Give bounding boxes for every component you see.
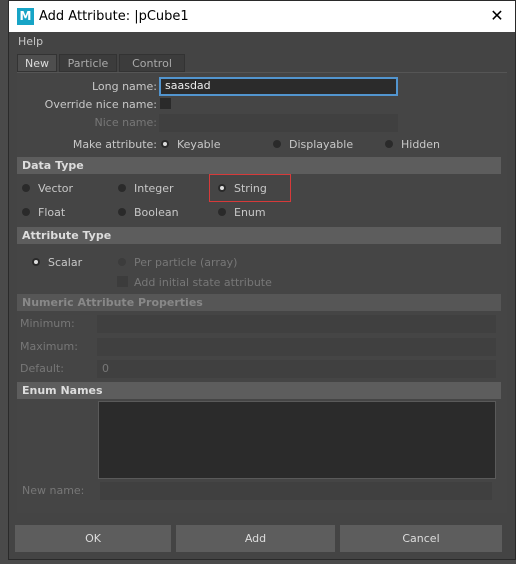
displayable-radio[interactable] bbox=[273, 140, 281, 148]
tab-particle[interactable]: Particle bbox=[59, 54, 117, 72]
menu-bar: Help bbox=[9, 32, 515, 52]
string-radio[interactable] bbox=[218, 184, 226, 192]
add-button[interactable]: Add bbox=[176, 525, 335, 552]
add-attribute-dialog: M Add Attribute: |pCube1 ✕ Help New Part… bbox=[8, 0, 516, 560]
numeric-properties-header[interactable]: Numeric Attribute Properties bbox=[17, 294, 501, 311]
enum-label: Enum bbox=[234, 206, 266, 219]
tab-control[interactable]: Control bbox=[119, 54, 185, 72]
maximum-input[interactable] bbox=[97, 338, 496, 356]
menu-help[interactable]: Help bbox=[18, 35, 43, 48]
override-nice-name-label: Override nice name: bbox=[44, 98, 157, 111]
string-label: String bbox=[234, 182, 267, 195]
boolean-radio[interactable] bbox=[118, 208, 126, 216]
hidden-label: Hidden bbox=[401, 138, 441, 151]
per-particle-radio[interactable] bbox=[118, 258, 126, 266]
new-name-input[interactable] bbox=[100, 482, 492, 500]
scalar-label: Scalar bbox=[48, 256, 83, 269]
add-initial-state-label: Add initial state attribute bbox=[134, 276, 272, 289]
boolean-label: Boolean bbox=[134, 206, 179, 219]
add-initial-state-checkbox[interactable] bbox=[117, 276, 128, 287]
enum-radio[interactable] bbox=[218, 208, 226, 216]
title-bar: M Add Attribute: |pCube1 ✕ bbox=[9, 1, 515, 32]
cancel-button[interactable]: Cancel bbox=[340, 525, 502, 552]
scalar-radio[interactable] bbox=[32, 258, 40, 266]
default-label: Default: bbox=[20, 362, 64, 375]
integer-label: Integer bbox=[134, 182, 174, 195]
long-name-label: Long name: bbox=[91, 80, 157, 93]
hidden-radio[interactable] bbox=[385, 140, 393, 148]
displayable-label: Displayable bbox=[289, 138, 354, 151]
override-nice-name-checkbox[interactable] bbox=[160, 98, 171, 109]
attribute-type-header[interactable]: Attribute Type bbox=[17, 227, 501, 244]
keyable-radio[interactable] bbox=[161, 140, 169, 148]
new-name-label: New name: bbox=[22, 484, 85, 497]
nice-name-input[interactable] bbox=[159, 114, 398, 132]
vector-radio[interactable] bbox=[22, 184, 30, 192]
per-particle-label: Per particle (array) bbox=[134, 256, 238, 269]
vector-label: Vector bbox=[38, 182, 74, 195]
long-name-input[interactable]: saasdad bbox=[159, 77, 398, 96]
ok-button[interactable]: OK bbox=[15, 525, 171, 552]
maximum-label: Maximum: bbox=[20, 340, 78, 353]
maya-app-icon: M bbox=[17, 8, 34, 25]
close-icon[interactable]: ✕ bbox=[487, 6, 507, 26]
float-radio[interactable] bbox=[22, 208, 30, 216]
nice-name-label: Nice name: bbox=[94, 116, 158, 129]
keyable-label: Keyable bbox=[177, 138, 221, 151]
window-title: Add Attribute: |pCube1 bbox=[39, 9, 189, 24]
float-label: Float bbox=[38, 206, 66, 219]
enum-names-header[interactable]: Enum Names bbox=[17, 382, 501, 399]
default-input[interactable]: 0 bbox=[97, 360, 496, 378]
tab-new[interactable]: New bbox=[17, 54, 57, 72]
minimum-input[interactable] bbox=[97, 315, 496, 333]
integer-radio[interactable] bbox=[118, 184, 126, 192]
enum-names-list[interactable] bbox=[98, 401, 496, 479]
make-attribute-label: Make attribute: bbox=[72, 138, 157, 151]
data-type-header[interactable]: Data Type bbox=[17, 157, 501, 174]
minimum-label: Minimum: bbox=[20, 317, 75, 330]
